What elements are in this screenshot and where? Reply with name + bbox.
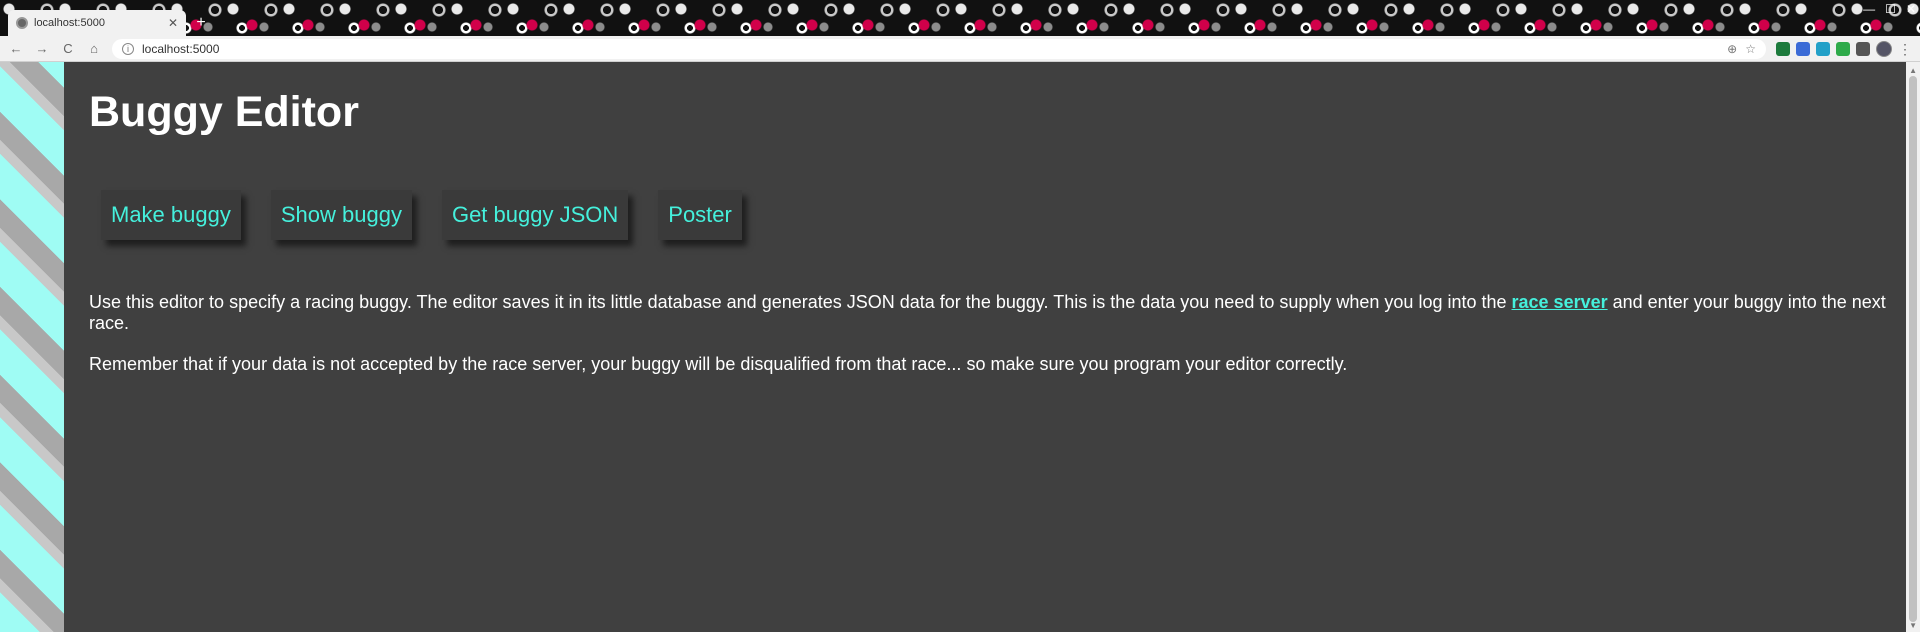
browser-toolbar: ← → C ⌂ i localhost:5000 ⊕ ☆ ⋮ [0,36,1920,62]
poster-button[interactable]: Poster [658,190,742,240]
forward-icon[interactable]: → [34,41,50,57]
browser-tab[interactable]: localhost:5000 ✕ [8,10,186,36]
back-icon[interactable]: ← [8,41,24,57]
show-buggy-button[interactable]: Show buggy [270,190,412,240]
tab-close-icon[interactable]: ✕ [168,16,178,30]
extension-icon[interactable] [1776,41,1790,56]
warning-paragraph: Remember that if your data is not accept… [89,354,1348,374]
make-buggy-button[interactable]: Make buggy [101,190,241,240]
url-text[interactable]: localhost:5000 [142,42,1719,56]
vertical-scrollbar[interactable]: ▲ ▼ [1906,62,1920,632]
home-icon[interactable]: ⌂ [86,41,102,57]
extension-icon[interactable] [1856,41,1870,56]
browser-menu-icon[interactable]: ⋮ [1898,42,1912,56]
nav-buttons: Make buggy Show buggy Get buggy JSON Pos… [101,190,742,240]
scroll-up-icon[interactable]: ▲ [1909,66,1917,75]
page-title: Buggy Editor [89,88,359,136]
get-buggy-json-button[interactable]: Get buggy JSON [441,190,629,240]
close-window-icon[interactable]: ✕ [1906,2,1916,16]
browser-tab-strip: localhost:5000 ✕ + — ☐ ✕ [0,0,1920,36]
site-info-icon[interactable]: i [122,42,134,55]
intro-paragraph: Use this editor to specify a racing bugg… [89,292,1889,334]
decorative-stripes [0,62,64,632]
extension-icon[interactable] [1796,41,1810,56]
maximize-icon[interactable]: ☐ [1885,2,1896,16]
bookmark-star-icon[interactable]: ☆ [1745,42,1756,56]
extensions-area: ⋮ [1776,40,1912,57]
new-tab-button[interactable]: + [192,14,210,32]
zoom-icon[interactable]: ⊕ [1727,42,1737,56]
profile-avatar[interactable] [1876,40,1892,57]
minimize-icon[interactable]: — [1863,2,1875,16]
race-server-link[interactable]: race server [1512,292,1608,312]
page-viewport: Buggy Editor Make buggy Show buggy Get b… [0,62,1920,632]
window-controls: — ☐ ✕ [1863,2,1916,16]
extension-icon[interactable] [1836,41,1850,56]
intro-text: Use this editor to specify a racing bugg… [89,292,1512,312]
favicon-icon [16,17,28,29]
address-bar[interactable]: i localhost:5000 ⊕ ☆ [112,38,1766,59]
scroll-down-icon[interactable]: ▼ [1909,621,1917,630]
tab-title: localhost:5000 [34,17,105,29]
reload-icon[interactable]: C [60,41,76,57]
scrollbar-thumb[interactable] [1909,76,1917,622]
main-content: Buggy Editor Make buggy Show buggy Get b… [89,62,1889,632]
extension-icon[interactable] [1816,41,1830,56]
